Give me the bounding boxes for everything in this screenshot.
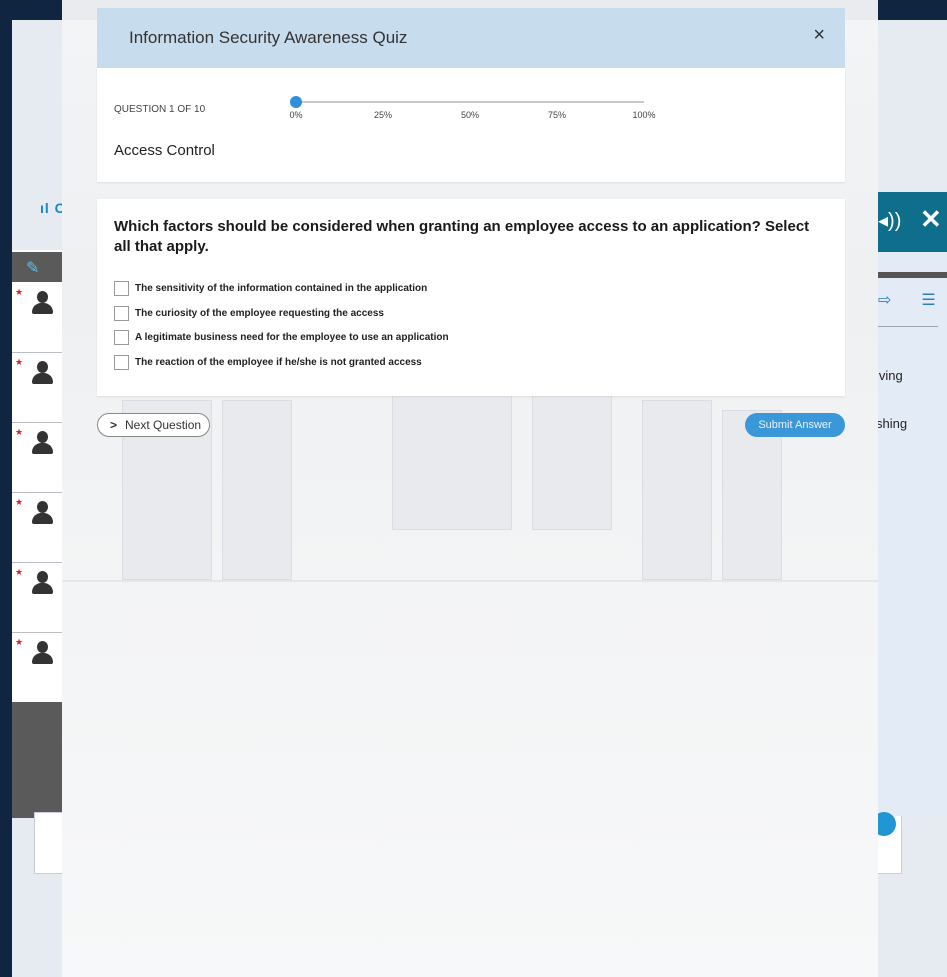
user-icon: [30, 431, 54, 457]
next-question-label: Next Question: [125, 418, 202, 432]
checkbox[interactable]: [114, 280, 129, 296]
user-icon: [30, 291, 54, 317]
star-icon: ★: [15, 427, 24, 437]
background-right-header: ◂)) ✕: [870, 192, 947, 252]
progress-tick-label: 75%: [547, 110, 567, 120]
answer-option[interactable]: The reaction of the employee if he/she i…: [114, 353, 422, 371]
background-list-item: ★: [12, 283, 68, 353]
star-icon: ★: [15, 357, 24, 367]
progress-tick-label: 0%: [289, 110, 303, 120]
answer-option-label: The sensitivity of the information conta…: [135, 282, 428, 294]
next-question-button[interactable]: > Next Question: [97, 413, 210, 437]
checkbox[interactable]: [114, 354, 129, 370]
star-icon: ★: [15, 567, 24, 577]
background-list-item: ★: [12, 353, 68, 423]
answer-option-label: The reaction of the employee if he/she i…: [135, 356, 422, 368]
arrow-right-icon: ⇨: [878, 292, 892, 309]
answer-option[interactable]: A legitimate business need for the emplo…: [114, 328, 449, 346]
checkbox[interactable]: [114, 329, 129, 345]
close-button[interactable]: ×: [813, 24, 825, 47]
background-list-item: ★: [12, 633, 68, 703]
progress-tick-label: 25%: [373, 110, 393, 120]
question-category: Access Control: [114, 142, 215, 159]
background-divider: [870, 326, 938, 327]
user-icon: [30, 571, 54, 597]
star-icon: ★: [15, 497, 24, 507]
chevron-right-icon: >: [110, 418, 118, 432]
background-list-item: ★: [12, 493, 68, 563]
background-left-footer: [12, 702, 68, 818]
submit-answer-button[interactable]: Submit Answer: [745, 413, 845, 437]
answer-option-label: A legitimate business need for the emplo…: [135, 331, 449, 343]
answer-option[interactable]: The curiosity of the employee requesting…: [114, 304, 384, 322]
progress-thumb: [290, 96, 302, 108]
background-right-toolbar: ⇨ ☰: [878, 290, 936, 310]
quiz-header: Information Security Awareness Quiz ×: [97, 8, 845, 68]
question-text: Which factors should be considered when …: [114, 218, 810, 255]
background-left-toolbar: ✎: [12, 252, 68, 282]
background-list-item: ★: [12, 423, 68, 493]
progress-tick-label: 100%: [632, 110, 656, 120]
progress-track: [290, 96, 644, 108]
star-icon: ★: [15, 287, 24, 297]
question-card: Which factors should be considered when …: [97, 199, 845, 396]
background-text: iving: [876, 368, 903, 383]
user-icon: [30, 361, 54, 387]
background-divider: [870, 272, 947, 278]
progress-card: QUESTION 1 OF 10 Access Control 0% 25% 50%…: [97, 68, 845, 182]
speaker-icon: ◂)): [878, 210, 902, 232]
star-icon: ★: [15, 637, 24, 647]
edit-icon: ✎: [26, 260, 40, 277]
answer-option-label: The curiosity of the employee requesting…: [135, 307, 384, 319]
user-icon: [30, 641, 54, 667]
quiz-title: Information Security Awareness Quiz: [129, 28, 408, 47]
menu-icon: ☰: [921, 292, 936, 309]
background-text: shing: [876, 416, 908, 431]
close-icon: ✕: [920, 204, 942, 234]
question-counter: QUESTION 1 OF 10: [114, 104, 206, 115]
background-list-item: ★: [12, 563, 68, 633]
background-right-panel: [870, 252, 947, 816]
answer-option[interactable]: The sensitivity of the information conta…: [114, 279, 427, 297]
checkbox[interactable]: [114, 305, 129, 321]
progress-tick-label: 50%: [460, 110, 480, 120]
user-icon: [30, 501, 54, 527]
